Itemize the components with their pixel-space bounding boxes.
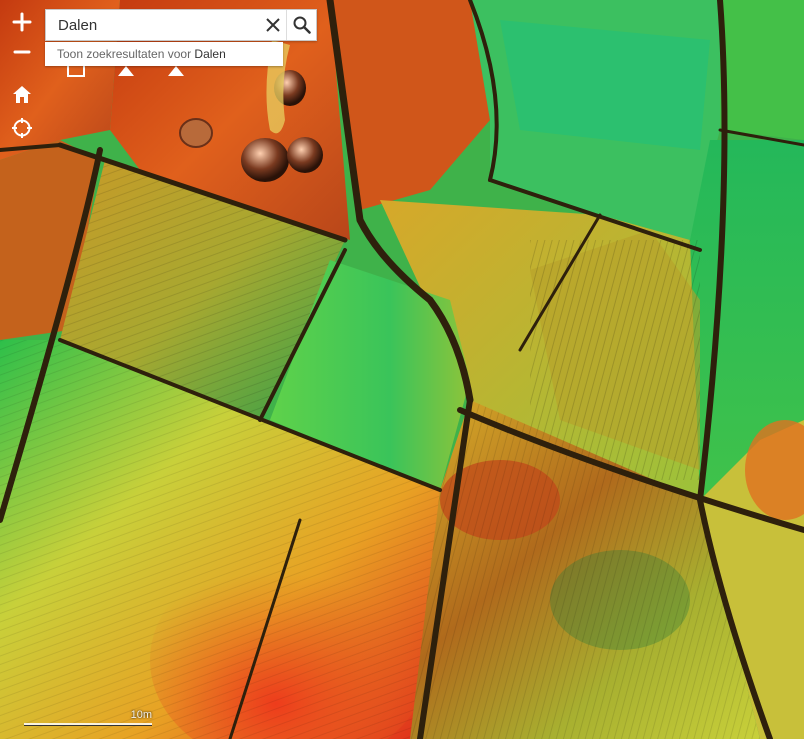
clear-icon: [266, 18, 280, 32]
zoom-in-icon: [12, 12, 32, 32]
suggestion-prefix: Toon zoekresultaten voor: [57, 47, 195, 61]
search-button[interactable]: [286, 10, 317, 40]
zoom-in-button[interactable]: [8, 8, 36, 36]
zoom-out-button[interactable]: [8, 38, 36, 66]
locate-button[interactable]: [8, 114, 36, 142]
scale-label: 10m: [130, 709, 152, 721]
zoom-out-icon: [13, 50, 31, 54]
search-input[interactable]: [46, 10, 272, 40]
scale-bar: 10m: [24, 709, 152, 732]
suggestion-term: Dalen: [194, 47, 226, 61]
home-button[interactable]: [8, 80, 36, 108]
search-icon: [293, 16, 311, 34]
scale-line: [24, 723, 152, 726]
home-icon: [13, 86, 31, 103]
search-suggestion[interactable]: Toon zoekresultaten voor Dalen: [45, 42, 283, 66]
search-box: [45, 9, 317, 41]
locate-icon: [12, 118, 32, 138]
elevation-map[interactable]: [0, 0, 804, 739]
clear-search-button[interactable]: [260, 10, 286, 40]
